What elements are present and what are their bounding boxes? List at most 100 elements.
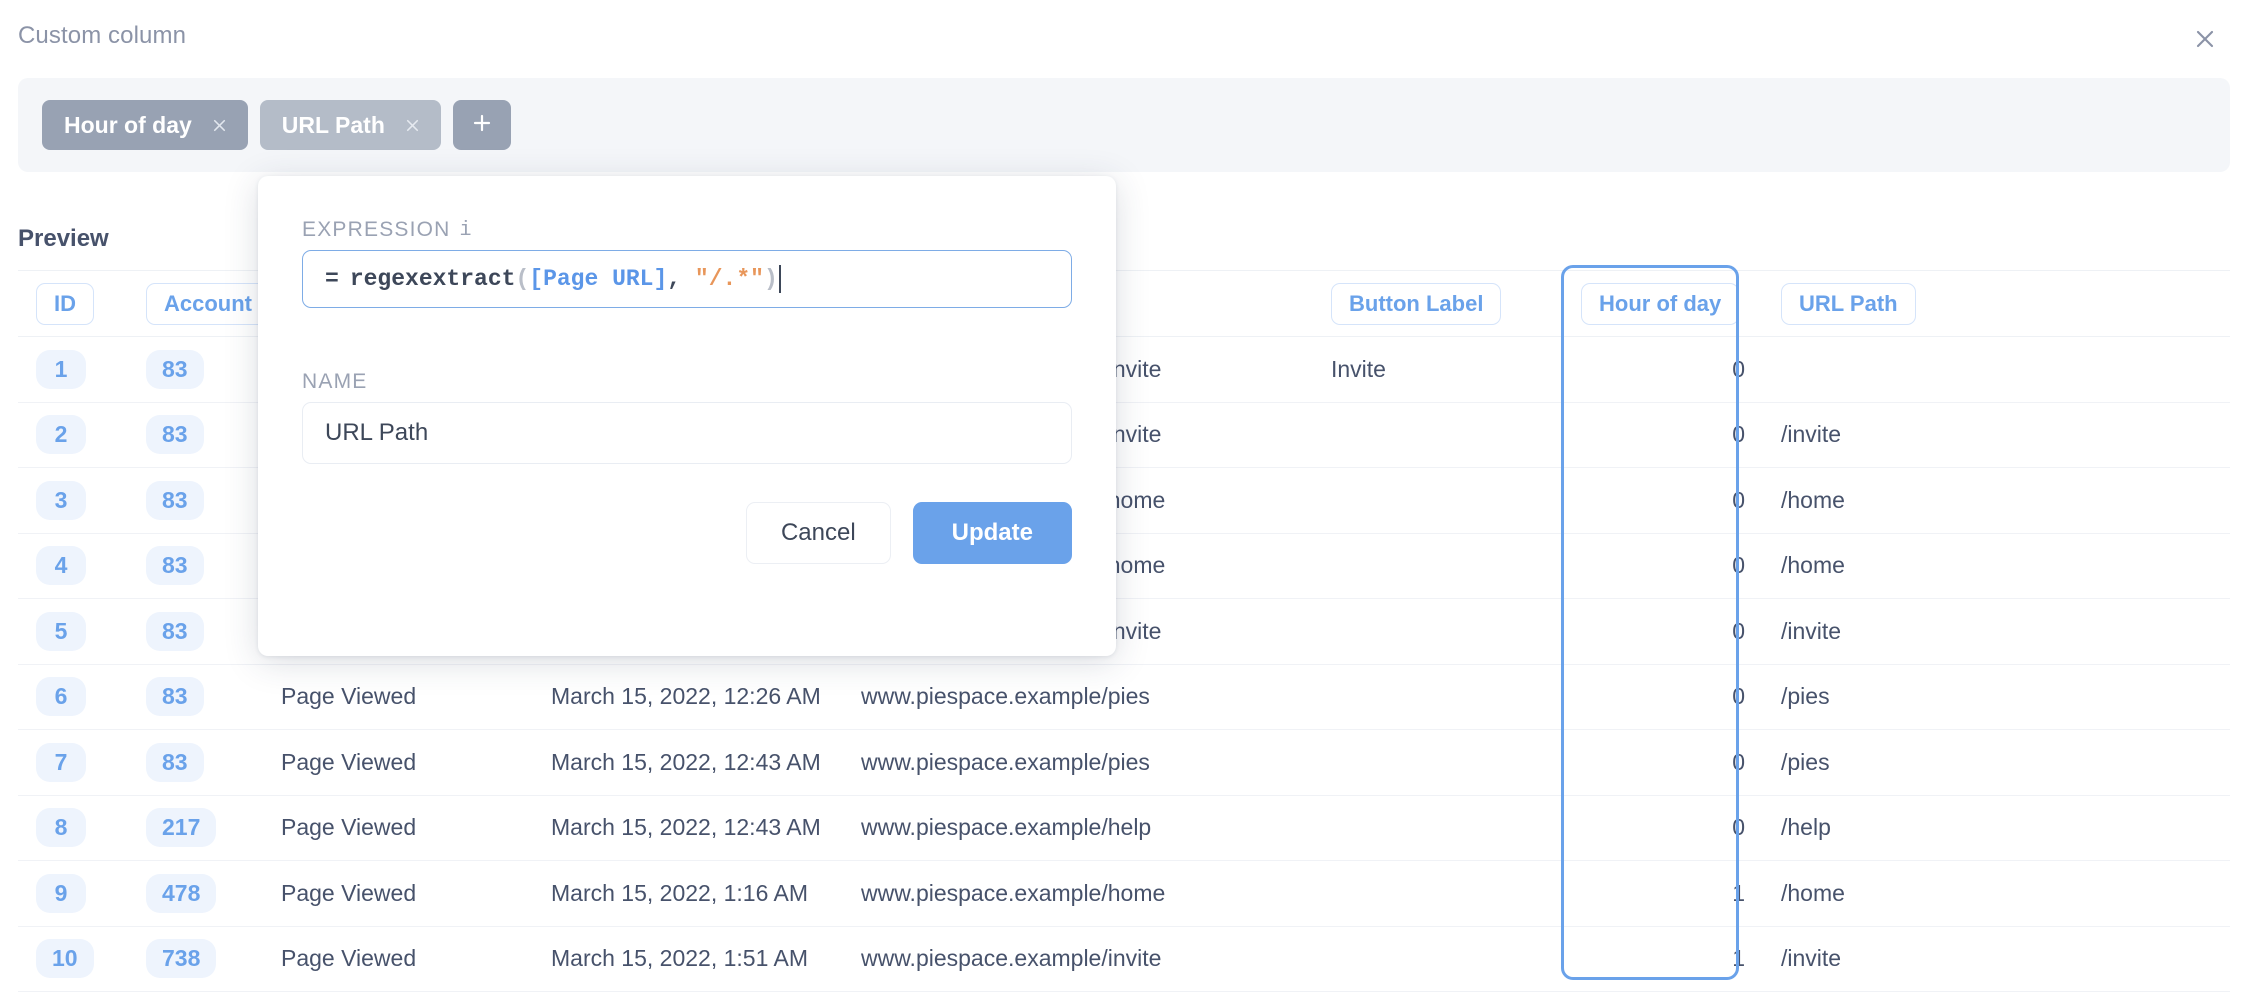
cell-account: 478 (128, 861, 263, 927)
cell-account: 738 (128, 926, 263, 992)
column-header-account[interactable]: Account (128, 271, 263, 337)
cell-date: March 15, 2022, 1:51 AM (533, 926, 843, 992)
close-icon[interactable] (2188, 22, 2222, 56)
column-header-url-path[interactable]: URL Path (1763, 271, 1943, 337)
cell-id: 10 (18, 926, 128, 992)
panel-header: Custom column (0, 0, 2248, 78)
column-chips-bar: Hour of day URL Path (18, 78, 2230, 172)
cell-hour-of-day: 0 (1563, 402, 1763, 468)
account-pill: 83 (146, 612, 204, 651)
expression-equals-token: = (325, 266, 339, 292)
cell-account: 83 (128, 402, 263, 468)
table-row: 683Page ViewedMarch 15, 2022, 12:26 AMww… (18, 664, 2230, 730)
custom-column-panel: Custom column Hour of day URL Path (0, 0, 2248, 994)
cell-page-url: www.piespace.example/help (843, 795, 1313, 861)
cell-event-name: Page Viewed (263, 730, 533, 796)
header-pill[interactable]: URL Path (1781, 283, 1916, 325)
cell-spacer (1943, 599, 2230, 665)
account-pill: 83 (146, 743, 204, 782)
close-icon[interactable] (403, 115, 423, 135)
cell-event-name: Page Viewed (263, 795, 533, 861)
column-header-spacer (1943, 271, 2230, 337)
cell-url-path: /home (1763, 468, 1943, 534)
cell-button-label (1313, 730, 1563, 796)
cell-button-label (1313, 664, 1563, 730)
cell-id: 6 (18, 664, 128, 730)
chip-label: Hour of day (64, 112, 192, 139)
account-pill: 83 (146, 481, 204, 520)
cell-button-label (1313, 402, 1563, 468)
name-input-value: URL Path (325, 419, 428, 447)
header-pill[interactable]: Button Label (1331, 283, 1501, 325)
cell-account: 83 (128, 730, 263, 796)
cell-spacer (1943, 468, 2230, 534)
cell-hour-of-day: 1 (1563, 926, 1763, 992)
cell-hour-of-day: 0 (1563, 795, 1763, 861)
column-header-hour-of-day[interactable]: Hour of day (1563, 271, 1763, 337)
cell-url-path (1763, 337, 1943, 403)
cell-id: 4 (18, 533, 128, 599)
cell-hour-of-day: 0 (1563, 730, 1763, 796)
cancel-button[interactable]: Cancel (746, 502, 891, 564)
chip-url-path[interactable]: URL Path (260, 100, 441, 150)
account-pill: 738 (146, 939, 216, 978)
cell-date: March 15, 2022, 12:26 AM (533, 664, 843, 730)
cell-spacer (1943, 926, 2230, 992)
cell-button-label (1313, 926, 1563, 992)
cell-account: 83 (128, 664, 263, 730)
chip-label: URL Path (282, 112, 385, 139)
table-row: 10738Page ViewedMarch 15, 2022, 1:51 AMw… (18, 926, 2230, 992)
header-pill[interactable]: Account (146, 283, 270, 325)
id-pill: 6 (36, 677, 86, 716)
cell-button-label (1313, 533, 1563, 599)
account-pill: 83 (146, 350, 204, 389)
cell-date: March 15, 2022, 12:43 AM (533, 730, 843, 796)
expression-label: EXPRESSION (302, 218, 451, 242)
cell-url-path: /help (1763, 795, 1943, 861)
cell-url-path: /pies (1763, 664, 1943, 730)
cell-url-path: /home (1763, 861, 1943, 927)
cell-date: March 15, 2022, 1:16 AM (533, 861, 843, 927)
expression-input[interactable]: =regexextract([Page URL], "/.*") (302, 250, 1072, 308)
chip-hour-of-day[interactable]: Hour of day (42, 100, 248, 150)
update-button[interactable]: Update (913, 502, 1072, 564)
column-header-id[interactable]: ID (18, 271, 128, 337)
expression-label-group: EXPRESSION i (302, 218, 473, 242)
column-header-button-label[interactable]: Button Label (1313, 271, 1563, 337)
cell-spacer (1943, 730, 2230, 796)
expression-open-paren: ( (515, 266, 529, 292)
header-pill[interactable]: Hour of day (1581, 283, 1739, 325)
add-column-button[interactable] (453, 100, 511, 150)
id-pill: 10 (36, 939, 94, 978)
id-pill: 8 (36, 808, 86, 847)
cell-hour-of-day: 0 (1563, 337, 1763, 403)
table-row: 8217Page ViewedMarch 15, 2022, 12:43 AMw… (18, 795, 2230, 861)
close-icon[interactable] (210, 115, 230, 135)
cell-spacer (1943, 533, 2230, 599)
account-pill: 478 (146, 874, 216, 913)
id-pill: 4 (36, 546, 86, 585)
header-pill[interactable]: ID (36, 283, 94, 325)
page-title: Custom column (18, 22, 186, 50)
cell-spacer (1943, 795, 2230, 861)
cell-url-path: /home (1763, 533, 1943, 599)
cell-hour-of-day: 0 (1563, 468, 1763, 534)
id-pill: 3 (36, 481, 86, 520)
cell-account: 83 (128, 533, 263, 599)
account-pill: 83 (146, 415, 204, 454)
table-row: 9478Page ViewedMarch 15, 2022, 1:16 AMww… (18, 861, 2230, 927)
cell-spacer (1943, 861, 2230, 927)
cell-url-path: /invite (1763, 402, 1943, 468)
cell-date: March 15, 2022, 12:43 AM (533, 795, 843, 861)
id-pill: 7 (36, 743, 86, 782)
cell-hour-of-day: 1 (1563, 861, 1763, 927)
info-icon[interactable]: i (460, 219, 473, 242)
name-input[interactable]: URL Path (302, 402, 1072, 464)
cell-id: 1 (18, 337, 128, 403)
popover-actions: Cancel Update (746, 502, 1072, 564)
cell-id: 8 (18, 795, 128, 861)
id-pill: 5 (36, 612, 86, 651)
cell-id: 5 (18, 599, 128, 665)
expression-field-token: [Page URL] (529, 266, 667, 292)
cell-button-label (1313, 599, 1563, 665)
